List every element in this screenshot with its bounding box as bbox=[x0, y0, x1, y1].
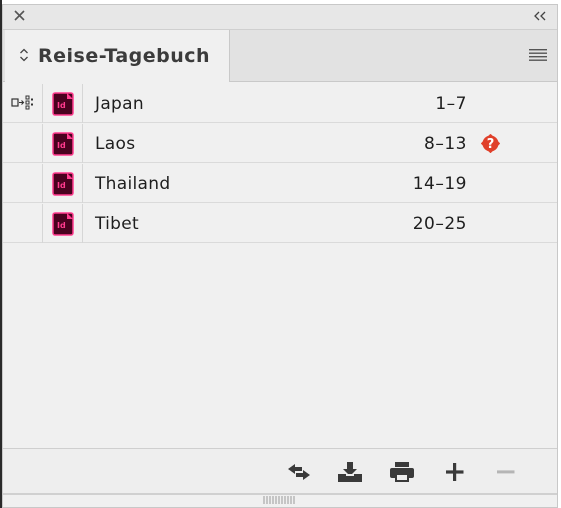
page-range: 1–7 bbox=[435, 94, 467, 114]
document-name: Laos bbox=[95, 134, 136, 154]
svg-text:Id: Id bbox=[57, 141, 66, 150]
style-source-icon bbox=[11, 95, 33, 110]
doc-icon-cell: Id bbox=[43, 84, 83, 123]
page-range: 20–25 bbox=[412, 214, 467, 234]
list-item[interactable]: Id Japan 1–7 bbox=[3, 84, 557, 123]
list-item[interactable]: Id Tibet 20–25 bbox=[3, 204, 557, 243]
style-source-cell[interactable] bbox=[3, 84, 43, 123]
style-source-cell[interactable] bbox=[3, 204, 43, 243]
tab-reise-tagebuch[interactable]: Reise-Tagebuch bbox=[5, 30, 230, 82]
hamburger-menu-icon[interactable] bbox=[529, 48, 547, 62]
indesign-document-icon: Id bbox=[52, 92, 74, 116]
list-item[interactable]: Id Thailand 14–19 bbox=[3, 164, 557, 203]
style-source-cell[interactable] bbox=[3, 124, 43, 163]
document-name: Japan bbox=[95, 94, 144, 114]
synchronize-icon[interactable] bbox=[286, 461, 312, 483]
panel-toolbar bbox=[3, 449, 557, 495]
style-source-cell[interactable] bbox=[3, 164, 43, 203]
page-range: 14–19 bbox=[412, 174, 467, 194]
warning-question-icon[interactable]: ? bbox=[481, 134, 500, 153]
indesign-document-icon: Id bbox=[52, 172, 74, 196]
doc-icon-cell: Id bbox=[43, 204, 83, 243]
remove-icon[interactable] bbox=[493, 461, 519, 483]
indesign-document-icon: Id bbox=[52, 132, 74, 156]
document-name: Thailand bbox=[95, 174, 171, 194]
svg-text:?: ? bbox=[487, 137, 495, 152]
double-chevron-left-icon[interactable] bbox=[533, 9, 547, 23]
doc-icon-cell: Id bbox=[43, 124, 83, 163]
save-icon[interactable] bbox=[337, 461, 363, 483]
svg-text:Id: Id bbox=[57, 221, 66, 230]
tab-title: Reise-Tagebuch bbox=[38, 45, 211, 67]
indesign-document-icon: Id bbox=[52, 212, 74, 236]
doc-icon-cell: Id bbox=[43, 164, 83, 203]
list-item[interactable]: Id Laos 8–13 ? bbox=[3, 124, 557, 163]
print-icon[interactable] bbox=[389, 461, 415, 483]
book-panel: Reise-Tagebuch Id Japan 1–7 Id Laos 8–13… bbox=[2, 4, 558, 508]
panel-titlebar[interactable] bbox=[3, 5, 557, 30]
page-range: 8–13 bbox=[424, 134, 467, 154]
document-list: Id Japan 1–7 Id Laos 8–13 ? Id Thailand … bbox=[3, 82, 557, 449]
tab-bar: Reise-Tagebuch bbox=[3, 30, 557, 82]
add-icon[interactable] bbox=[442, 461, 468, 483]
resize-grip-icon[interactable] bbox=[262, 496, 296, 504]
svg-text:Id: Id bbox=[57, 181, 66, 190]
close-icon[interactable] bbox=[12, 8, 28, 24]
document-name: Tibet bbox=[95, 214, 139, 234]
up-down-arrows-icon bbox=[20, 48, 28, 62]
svg-text:Id: Id bbox=[57, 101, 66, 110]
